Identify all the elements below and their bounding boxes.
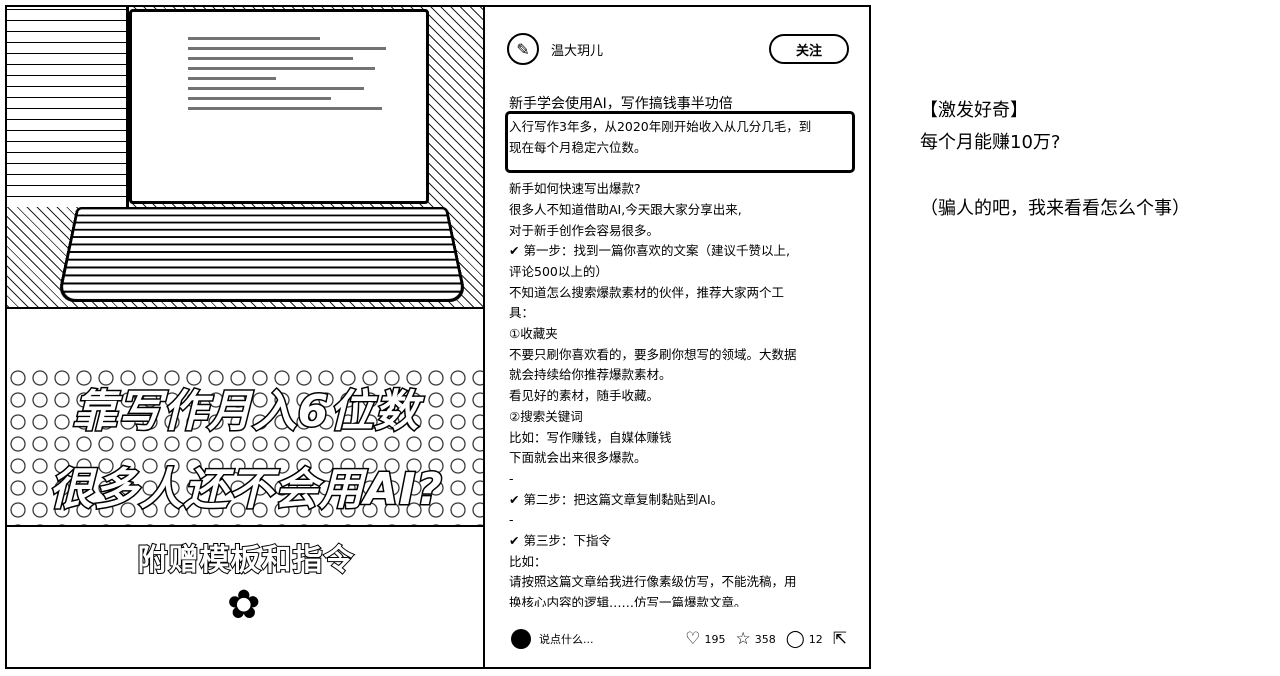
post-body-line: 现在每个月稳定六位数。 bbox=[509, 139, 647, 155]
annotation-question: 每个月能赚10万? bbox=[920, 132, 1061, 153]
comment-count: 12 bbox=[808, 632, 823, 646]
post-body-line: 很多人不知道借助AI,今天跟大家分享出来, bbox=[509, 201, 742, 217]
laptop-screen bbox=[129, 9, 429, 204]
post-body-line: 换核心内容的逻辑……仿写一篇爆款文章。 bbox=[509, 595, 747, 607]
post-body: 入行写作3年多，从2020年刚开始收入从几分几毛，到 现在每个月稳定六位数。 新手如… bbox=[509, 117, 849, 607]
post-body-line: 不知道怎么搜索爆款素材的伙伴，推荐大家两个工 bbox=[509, 284, 785, 300]
post-body-line: 就会持续给你推荐爆款素材。 bbox=[509, 367, 672, 383]
laptop-keyboard bbox=[56, 206, 468, 303]
post-body-line: 评论500以上的） bbox=[509, 263, 608, 279]
star-button[interactable]: ☆ 358 bbox=[735, 629, 775, 649]
comment-icon: ◯ bbox=[785, 629, 805, 649]
post-body-line: 不要只刷你喜欢看的，要多刷你想写的领域。大数据 bbox=[509, 346, 797, 362]
post-panel: ✎ 温大玥儿 关注 新手学会使用AI，写作搞钱事半功倍 入行写作3年多，从202… bbox=[487, 7, 869, 667]
post-body-line: ✔ 第一步：找到一篇你喜欢的文案（建议千赞以上, bbox=[509, 243, 790, 259]
post-body-line: ✔ 第二步：把这篇文章复制黏贴到AI。 bbox=[509, 491, 724, 507]
post-body-line: ✔ 第三步：下指令 bbox=[509, 533, 611, 549]
post-body-line: 对于新手创作会容易很多。 bbox=[509, 222, 660, 238]
post-cover-image: 靠写作月入6位数 很多人还不会用AI? 附赠模板和指令 ✿ bbox=[7, 7, 485, 667]
post-title: 新手学会使用AI，写作搞钱事半功倍 bbox=[509, 96, 733, 112]
author-name[interactable]: 温大玥儿 bbox=[551, 40, 603, 59]
post-body-line: 请按照这篇文章给我进行像素级仿写，不能洗稿，用 bbox=[509, 574, 797, 590]
post-action-bar: 说点什么... ♡ 195 ☆ 358 ◯ 12 ⇱ bbox=[487, 619, 869, 659]
post-body-line: - bbox=[509, 470, 514, 486]
like-button[interactable]: ♡ 195 bbox=[685, 629, 725, 649]
share-button[interactable]: ⇱ bbox=[833, 629, 851, 649]
post-body-line bbox=[509, 158, 849, 179]
post-body-line: 具： bbox=[509, 305, 535, 321]
star-icon: ☆ bbox=[735, 629, 751, 649]
cover-caption-line2: 很多人还不会用AI? bbox=[48, 463, 444, 517]
comment-button[interactable]: ◯ 12 bbox=[786, 629, 823, 649]
post-body-line: 看见好的素材，随手收藏。 bbox=[509, 388, 660, 404]
comment-avatar bbox=[511, 629, 531, 649]
post-body-line: ②搜索关键词 bbox=[509, 408, 583, 424]
comment-input[interactable]: 说点什么... bbox=[539, 631, 594, 647]
star-count: 358 bbox=[754, 632, 776, 646]
post-screenshot-card: 靠写作月入6位数 很多人还不会用AI? 附赠模板和指令 ✿ ✎ 温大玥儿 关注 … bbox=[5, 5, 871, 669]
cover-caption-line3: 附赠模板和指令 bbox=[137, 542, 355, 579]
share-icon: ⇱ bbox=[832, 629, 847, 649]
flower-icon: ✿ bbox=[227, 582, 261, 628]
like-count: 195 bbox=[704, 632, 726, 646]
post-body-line: 新手如何快速写出爆款? bbox=[509, 181, 641, 197]
background-window bbox=[7, 7, 129, 207]
post-body-line: ①收藏夹 bbox=[509, 326, 558, 342]
author-row[interactable]: ✎ 温大玥儿 bbox=[507, 31, 603, 67]
avatar[interactable]: ✎ bbox=[507, 33, 539, 65]
post-body-line: 下面就会出来很多爆款。 bbox=[509, 450, 647, 466]
heart-icon: ♡ bbox=[685, 629, 701, 649]
post-body-line: 入行写作3年多，从2020年刚开始收入从几分几毛，到 bbox=[509, 119, 812, 134]
follow-button[interactable]: 关注 bbox=[769, 34, 849, 64]
post-body-line: - bbox=[509, 512, 514, 528]
post-body-line: 比如：写作赚钱，自媒体赚钱 bbox=[509, 429, 672, 445]
annotation-heading: 【激发好奇】 bbox=[920, 100, 1028, 121]
cover-caption-line1: 靠写作月入6位数 bbox=[71, 385, 420, 439]
annotation-comment: （骗人的吧，我来看看怎么个事） bbox=[920, 198, 1190, 219]
post-body-line: 比如： bbox=[509, 553, 547, 569]
